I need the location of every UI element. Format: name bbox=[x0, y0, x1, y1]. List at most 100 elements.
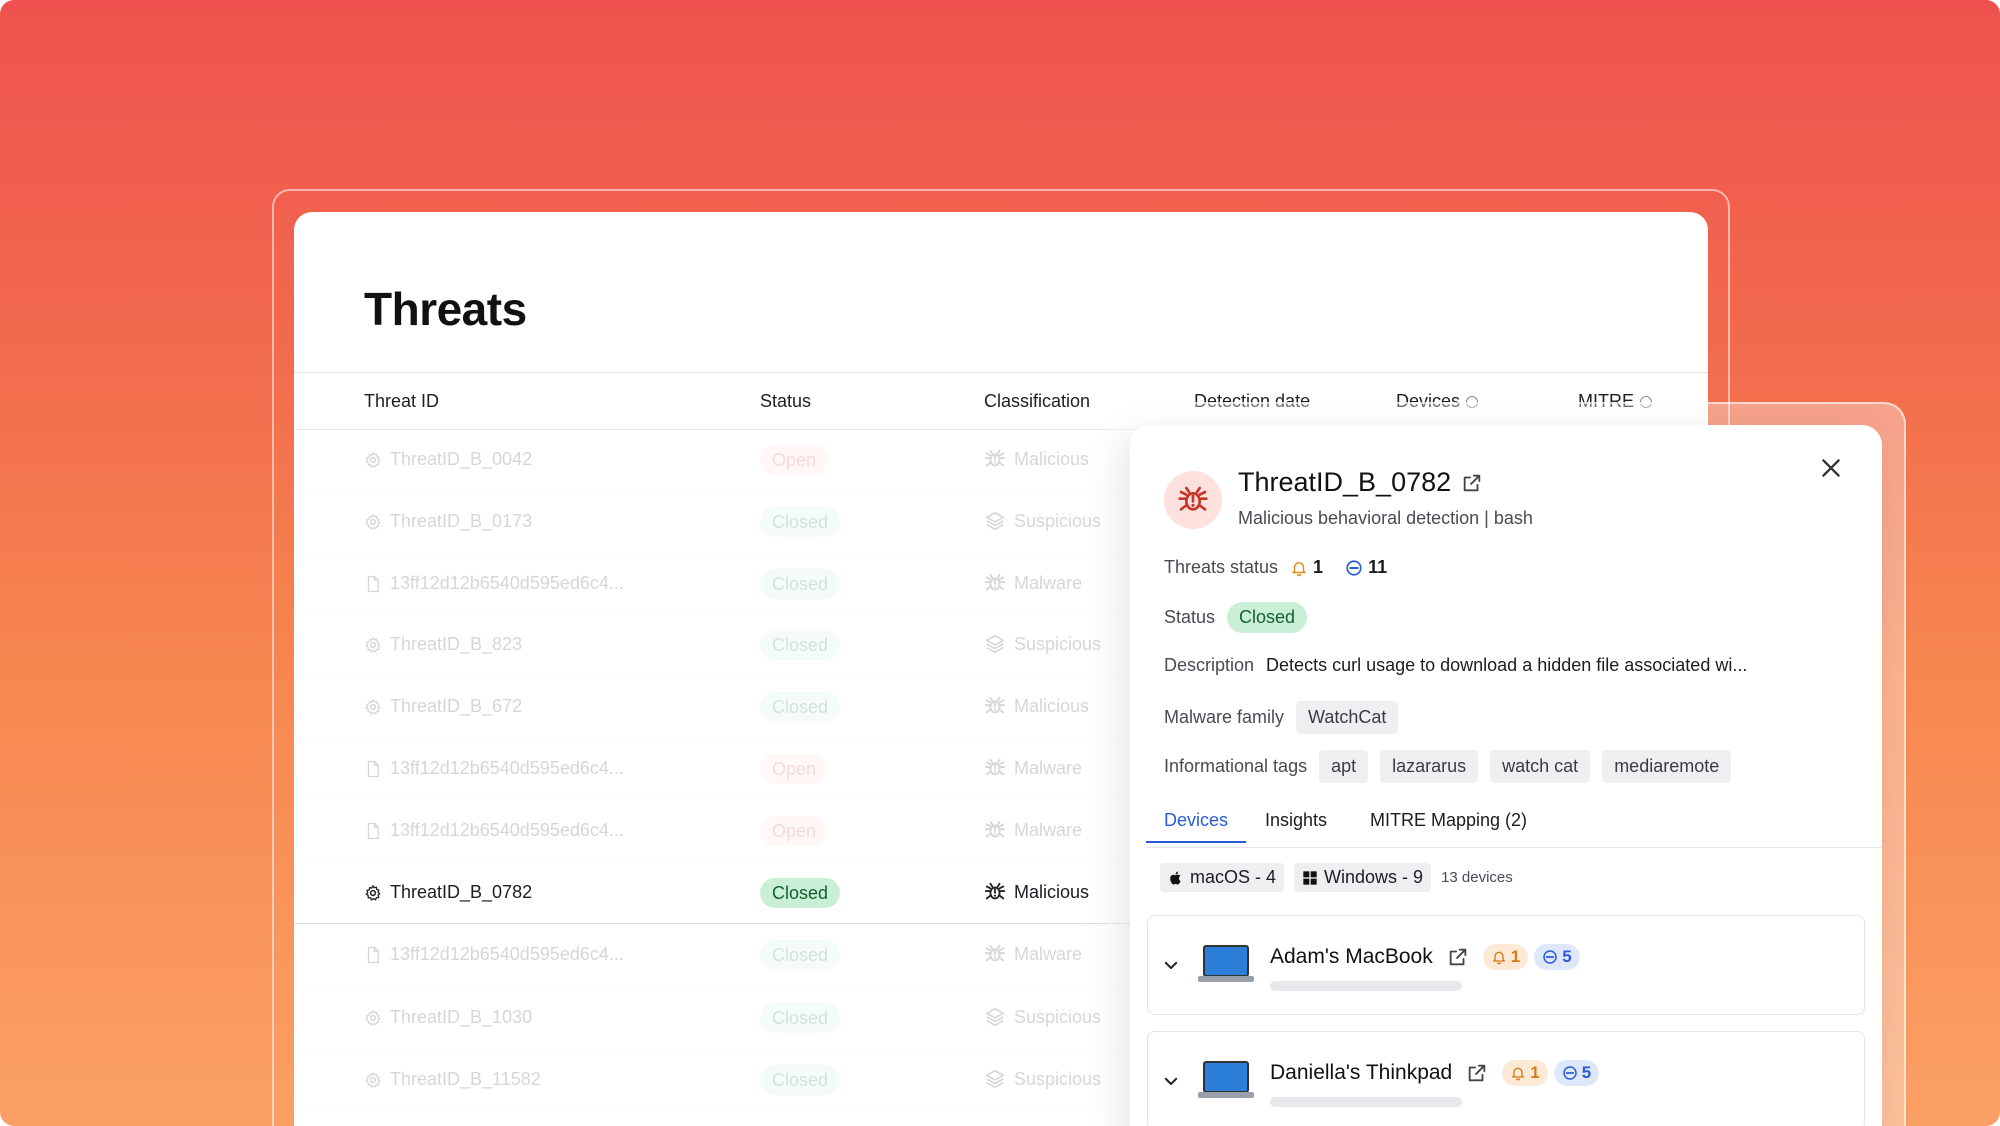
file-icon bbox=[364, 946, 382, 964]
layers-icon bbox=[984, 1006, 1006, 1028]
alerts-count: 1 bbox=[1290, 557, 1323, 578]
status-badge: Closed bbox=[1227, 602, 1308, 633]
chevron-down-icon[interactable] bbox=[1162, 1072, 1180, 1090]
status-badge: Closed bbox=[760, 630, 841, 660]
status-badge: Closed bbox=[760, 569, 841, 599]
malware-family-tag[interactable]: WatchCat bbox=[1296, 701, 1399, 734]
gear-icon bbox=[364, 451, 382, 469]
external-link-icon[interactable] bbox=[1466, 1062, 1488, 1084]
threat-id-cell: ThreatID_B_1030 bbox=[364, 1007, 532, 1028]
device-progress-placeholder bbox=[1270, 981, 1462, 991]
classification-cell: Malicious bbox=[984, 695, 1089, 717]
chevron-down-icon[interactable] bbox=[1162, 956, 1180, 974]
threat-id-text: ThreatID_B_0042 bbox=[390, 449, 533, 469]
device-blocked-badge: 5 bbox=[1553, 1060, 1600, 1086]
detail-subtitle: Malicious behavioral detection | bash bbox=[1238, 508, 1533, 528]
status-badge: Closed bbox=[760, 940, 841, 970]
blocked-icon bbox=[1543, 950, 1557, 964]
device-alerts-value: 1 bbox=[1510, 947, 1521, 966]
threat-id-cell: ThreatID_B_0173 bbox=[364, 511, 532, 532]
gear-icon bbox=[364, 636, 382, 654]
device-blocked-value: 5 bbox=[1562, 947, 1572, 966]
gear-icon bbox=[364, 513, 382, 531]
macos-chip[interactable]: macOS - 4 bbox=[1160, 863, 1285, 892]
classification-text: Malware bbox=[1014, 819, 1083, 840]
detail-title: ThreatID_B_0782 bbox=[1238, 467, 1483, 498]
classification-cell: Suspicious bbox=[984, 1068, 1101, 1090]
classification-cell: Suspicious bbox=[984, 1006, 1101, 1028]
bell-icon bbox=[1292, 561, 1306, 576]
status-badge: Closed bbox=[760, 507, 841, 537]
tag-chip[interactable]: apt bbox=[1319, 750, 1369, 783]
classification-cell: Malicious bbox=[984, 881, 1089, 903]
external-link-icon[interactable] bbox=[1447, 946, 1469, 968]
device-name-row: Daniella's Thinkpad 1 5 bbox=[1270, 1060, 1600, 1086]
blocked-count-value: 11 bbox=[1368, 557, 1388, 577]
classification-text: Malware bbox=[1014, 943, 1083, 964]
blocked-icon bbox=[1562, 1066, 1577, 1080]
device-card[interactable]: Adam's MacBook 1 5 bbox=[1147, 915, 1865, 1015]
background: Threats Threat ID Status Classification … bbox=[0, 0, 2000, 1126]
threat-id-cell: 13ff12d12b6540d595ed6c4... bbox=[364, 944, 624, 965]
classification-cell: Malware bbox=[984, 943, 1082, 965]
col-classification[interactable]: Classification bbox=[984, 391, 1090, 412]
bug-icon bbox=[984, 757, 1006, 779]
device-blocked-badge: 5 bbox=[1534, 944, 1580, 970]
layers-icon bbox=[984, 633, 1006, 655]
col-status[interactable]: Status bbox=[760, 391, 811, 412]
threat-id-text: 13ff12d12b6540d595ed6c4... bbox=[390, 758, 624, 778]
classification-text: Malicious bbox=[1014, 448, 1090, 469]
threat-id-text: ThreatID_B_1030 bbox=[390, 1007, 533, 1027]
file-icon bbox=[364, 822, 382, 840]
tag-chip[interactable]: lazararus bbox=[1380, 750, 1479, 783]
tag-chip[interactable]: watch cat bbox=[1490, 750, 1591, 783]
device-card[interactable]: Daniella's Thinkpad 1 5 bbox=[1147, 1031, 1865, 1126]
classification-cell: Suspicious bbox=[984, 510, 1101, 532]
bell-icon bbox=[1492, 951, 1505, 965]
external-link-icon[interactable] bbox=[1461, 472, 1483, 494]
bug-icon bbox=[984, 572, 1006, 594]
bug-icon bbox=[1178, 486, 1208, 511]
threat-id-text: ThreatID_B_0173 bbox=[390, 511, 533, 531]
threat-detail-panel: ThreatID_B_0782 Malicious behavioral det… bbox=[1130, 425, 1882, 1126]
tab-mitre-mapping[interactable]: MITRE Mapping (2) bbox=[1370, 810, 1527, 841]
tags-label: Informational tags bbox=[1164, 756, 1308, 776]
blocked-count: 11 bbox=[1345, 557, 1387, 578]
threat-id-cell: ThreatID_B_823 bbox=[364, 634, 522, 655]
os-summary: macOS - 4 Windows - 9 13 devices bbox=[1160, 863, 1513, 892]
apple-icon bbox=[1170, 871, 1181, 884]
description-value: Detects curl usage to download a hidden … bbox=[1266, 655, 1748, 675]
device-blocked-value: 5 bbox=[1581, 1063, 1592, 1082]
threat-id-text: ThreatID_B_0782 bbox=[390, 882, 533, 902]
device-alerts-value: 1 bbox=[1530, 1063, 1540, 1082]
detail-title-text: ThreatID_B_0782 bbox=[1238, 467, 1452, 497]
status-badge: Closed bbox=[760, 878, 841, 908]
gear-icon bbox=[364, 1071, 382, 1089]
threat-id-cell: ThreatID_B_672 bbox=[364, 696, 522, 717]
threat-id-text: 13ff12d12b6540d595ed6c4... bbox=[390, 573, 624, 593]
classification-text: Suspicious bbox=[1014, 633, 1102, 654]
classification-text: Malicious bbox=[1014, 881, 1090, 902]
classification-text: Malware bbox=[1014, 572, 1083, 593]
classification-text: Suspicious bbox=[1014, 1068, 1102, 1089]
bug-icon bbox=[984, 448, 1006, 470]
bug-icon bbox=[984, 943, 1006, 965]
alerts-count-value: 1 bbox=[1313, 557, 1324, 577]
threat-id-text: 13ff12d12b6540d595ed6c4... bbox=[390, 820, 624, 840]
classification-cell: Suspicious bbox=[984, 633, 1101, 655]
col-threat-id[interactable]: Threat ID bbox=[364, 391, 439, 412]
tab-devices[interactable]: Devices bbox=[1146, 810, 1247, 843]
threat-id-cell: ThreatID_B_11582 bbox=[364, 1069, 541, 1090]
close-icon[interactable] bbox=[1818, 455, 1844, 481]
classification-text: Suspicious bbox=[1014, 510, 1102, 531]
tab-insights[interactable]: Insights bbox=[1265, 810, 1327, 841]
description-row: Description Detects curl usage to downlo… bbox=[1164, 655, 1747, 676]
windows-chip[interactable]: Windows - 9 bbox=[1294, 863, 1432, 892]
status-badge: Open bbox=[760, 754, 829, 784]
bell-icon bbox=[1512, 1067, 1525, 1081]
tag-chip[interactable]: mediaremote bbox=[1602, 750, 1732, 783]
classification-cell: Malware bbox=[984, 819, 1082, 841]
threats-status-label: Threats status bbox=[1164, 557, 1279, 577]
malware-family-row: Malware family WatchCat bbox=[1164, 701, 1399, 734]
threats-status-row: Threats status 1 11 bbox=[1164, 557, 1387, 578]
